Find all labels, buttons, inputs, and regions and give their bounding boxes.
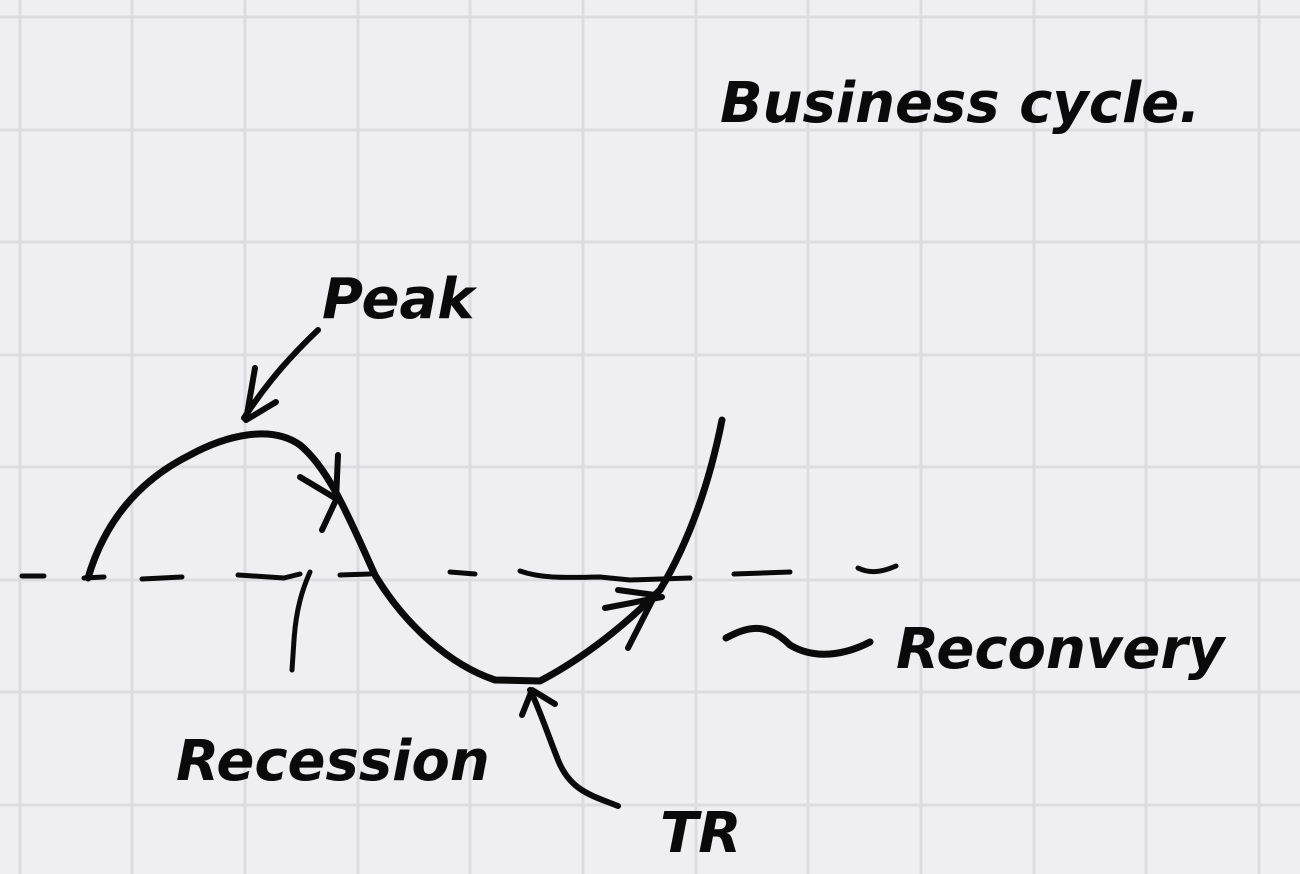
tilde-mark bbox=[722, 625, 874, 658]
business-cycle-sketch: Business cycle. Peak Recession TR Reconv… bbox=[0, 0, 1300, 874]
recession-marker bbox=[289, 569, 313, 673]
notebook-canvas: Business cycle. Peak Recession TR Reconv… bbox=[0, 0, 1300, 874]
chart-title: Business cycle. bbox=[720, 71, 1200, 136]
trend-dashed-line bbox=[19, 563, 899, 583]
trough-arrow bbox=[519, 687, 621, 809]
recession-label: Recession bbox=[176, 729, 490, 794]
peak-label: Peak bbox=[322, 267, 478, 332]
cycle-curve bbox=[84, 416, 726, 685]
recovery-label: Reconvery bbox=[896, 617, 1227, 682]
trough-label: TR bbox=[660, 801, 741, 866]
peak-arrow bbox=[241, 327, 321, 423]
